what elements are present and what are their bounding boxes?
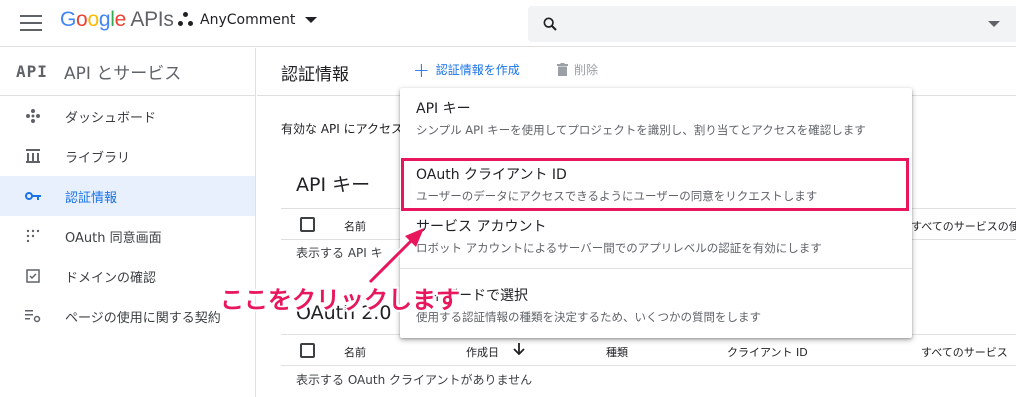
sidebar-item-page-usage-agreements[interactable]: ページの使用に関する契約 (0, 296, 255, 336)
search-dropdown-icon[interactable] (988, 21, 1000, 27)
annotation-text: ここをクリックします (220, 287, 460, 314)
col-created[interactable]: 作成日 (466, 344, 499, 360)
sidebar-item-label: 認証情報 (65, 190, 118, 206)
page-title: 認証情報 (281, 65, 349, 85)
sidebar-item-label: ページの使用に関する契約 (65, 310, 221, 326)
sidebar-item-domain-verification[interactable]: ドメインの確認 (0, 256, 255, 296)
col-services-usage: すべてのサービスの使用 (911, 220, 1016, 233)
api-keys-empty-message: 表示する API キ (296, 246, 383, 260)
dashboard-icon (24, 107, 42, 125)
oauth-empty-message: 表示する OAuth クライアントがありません (296, 373, 533, 387)
col-name: 名前 (344, 220, 366, 233)
col-client-id: クライアント ID (727, 346, 808, 359)
sidebar-item-credentials[interactable]: 認証情報 (0, 176, 255, 216)
top-bar: Google APIs AnyComment (0, 0, 1016, 47)
google-apis-logo[interactable]: Google APIs (60, 8, 174, 32)
key-icon (24, 187, 42, 205)
intro-text: 有効な API にアクセス (281, 122, 404, 136)
project-icon (178, 12, 194, 28)
menu-icon[interactable] (20, 15, 42, 31)
create-credentials-label: 認証情報を作成 (435, 63, 520, 77)
sidebar: API API とサービス ダッシュボード ライブラリ 認証情報 OAuth 同… (0, 48, 256, 397)
sidebar-item-label: ダッシュボード (65, 110, 157, 126)
menu-item-wizard[interactable]: ウィザードで選択 使用する認証情報の種類を決定するため、いくつかの質問をします (400, 285, 912, 326)
sidebar-item-library[interactable]: ライブラリ (0, 136, 255, 176)
search-icon (543, 17, 557, 31)
col-services-usage: すべてのサービス (921, 346, 1008, 359)
menu-item-title: ウィザードで選択 (416, 288, 528, 304)
consent-screen-icon (24, 227, 42, 245)
search-input[interactable] (528, 6, 1016, 42)
chevron-down-icon (305, 17, 318, 23)
col-type: 種類 (606, 346, 628, 359)
highlight-box (401, 158, 909, 211)
domain-check-icon (24, 267, 42, 285)
plus-icon: + (413, 57, 430, 82)
col-name: 名前 (344, 346, 366, 359)
delete-button[interactable]: 削除 (557, 61, 598, 78)
sidebar-item-dashboard[interactable]: ダッシュボード (0, 96, 255, 136)
create-credentials-menu: API キー シンプル API キーを使用してプロジェクトを識別し、割り当てとア… (400, 88, 912, 338)
api-keys-title: API キー (296, 174, 371, 196)
menu-item-description: 使用する認証情報の種類を決定するため、いくつかの質問をします (416, 310, 761, 324)
sidebar-item-label: OAuth 同意画面 (65, 230, 162, 246)
api-badge-icon: API (16, 62, 48, 81)
menu-item-description: ロボット アカウントによるサーバー間でのアプリレベルの認証を有効にします (416, 241, 822, 255)
menu-item-title: サービス アカウント (416, 219, 547, 235)
menu-item-title: API キー (416, 101, 471, 117)
sidebar-item-oauth-consent[interactable]: OAuth 同意画面 (0, 216, 255, 256)
menu-divider (400, 268, 912, 269)
select-all-checkbox[interactable] (300, 217, 315, 232)
menu-item-description: シンプル API キーを使用してプロジェクトを識別し、割り当てとアクセスを確認し… (416, 123, 866, 137)
sidebar-title: API とサービス (64, 64, 182, 84)
oauth-table-header: 名前 作成日 種類 クライアント ID すべてのサービス (281, 334, 1016, 366)
project-name: AnyComment (200, 12, 296, 28)
library-icon (24, 147, 42, 165)
logo-google: Google (60, 8, 126, 31)
project-selector[interactable]: AnyComment (178, 12, 318, 28)
sidebar-item-label: ライブラリ (65, 150, 131, 166)
settings-icon (24, 307, 42, 325)
sidebar-item-label: ドメインの確認 (65, 270, 157, 286)
arrow-down-icon[interactable] (513, 342, 525, 356)
menu-item-api-key[interactable]: API キー シンプル API キーを使用してプロジェクトを識別し、割り当てとア… (400, 98, 912, 139)
logo-apis: APIs (130, 8, 174, 31)
create-credentials-button[interactable]: + 認証情報を作成 (413, 57, 520, 82)
delete-label: 削除 (574, 63, 599, 77)
menu-item-service-account[interactable]: サービス アカウント ロボット アカウントによるサーバー間でのアプリレベルの認証… (400, 216, 912, 257)
trash-icon (557, 63, 568, 76)
sidebar-header: API API とサービス (0, 48, 255, 96)
select-all-checkbox[interactable] (300, 343, 315, 358)
